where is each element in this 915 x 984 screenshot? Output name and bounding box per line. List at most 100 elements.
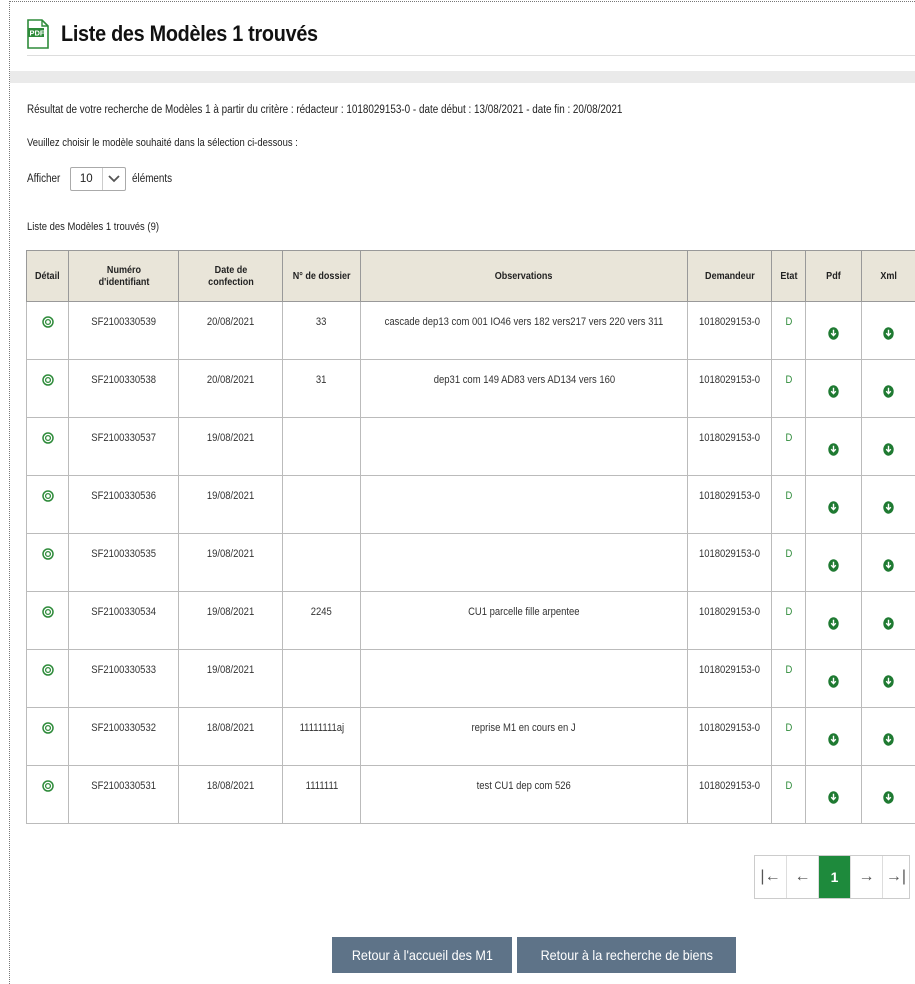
- download-xml-icon[interactable]: [883, 501, 894, 517]
- page-1-button[interactable]: 1: [819, 856, 851, 898]
- download-pdf-icon[interactable]: [828, 675, 839, 691]
- id-cell: SF2100330532: [68, 707, 179, 766]
- demandeur-cell: 1018029153-0: [687, 765, 772, 824]
- models-table: Détail Numéro d'identifiant Date de conf…: [26, 250, 915, 824]
- table-row: SF2100330538 20/08/2021 31 dep31 com 149 AD…: [26, 359, 915, 418]
- page-size-value: 10: [79, 173, 93, 185]
- detail-cell: [26, 765, 69, 824]
- view-detail-icon[interactable]: [41, 490, 54, 502]
- detail-cell: [26, 359, 69, 418]
- xml-cell: [861, 765, 915, 824]
- back-to-goods-search-button[interactable]: Retour à la recherche de biens: [517, 937, 736, 973]
- observations-cell: CU1 parcelle fille arpentee: [360, 591, 688, 650]
- observations-cell: test CU1 dep com 526: [360, 765, 688, 824]
- xml-cell: [861, 301, 915, 360]
- demandeur-cell: 1018029153-0: [687, 359, 772, 418]
- observations-cell: [360, 417, 688, 476]
- demandeur-cell: 1018029153-0: [687, 649, 772, 708]
- download-pdf-icon[interactable]: [828, 443, 839, 459]
- detail-cell: [26, 591, 69, 650]
- pdf-cell: [805, 475, 862, 534]
- demandeur-cell: 1018029153-0: [687, 417, 772, 476]
- xml-cell: [861, 707, 915, 766]
- pdf-cell: [805, 591, 862, 650]
- xml-cell: [861, 649, 915, 708]
- detail-cell: [26, 533, 69, 592]
- pdf-cell: [805, 301, 862, 360]
- date-cell: 19/08/2021: [178, 591, 283, 650]
- next-page-button[interactable]: →: [851, 856, 883, 898]
- view-detail-icon[interactable]: [41, 664, 54, 676]
- etat-cell: D: [771, 475, 806, 534]
- view-detail-icon[interactable]: [41, 780, 54, 792]
- download-pdf-icon[interactable]: [828, 617, 839, 633]
- dossier-cell: 2245: [282, 591, 361, 650]
- download-xml-icon[interactable]: [883, 327, 894, 343]
- col-header-etat[interactable]: Etat: [771, 250, 806, 302]
- etat-cell: D: [771, 417, 806, 476]
- svg-text:PDF: PDF: [30, 29, 45, 38]
- dossier-cell: 31: [282, 359, 361, 418]
- download-pdf-icon[interactable]: [828, 733, 839, 749]
- page-size-prefix: Afficher: [27, 173, 61, 185]
- back-to-m1-home-label: Retour à l'accueil des M1: [351, 947, 493, 963]
- xml-cell: [861, 533, 915, 592]
- etat-cell: D: [771, 707, 806, 766]
- download-xml-icon[interactable]: [883, 443, 894, 459]
- download-xml-icon[interactable]: [883, 385, 894, 401]
- page-size-select[interactable]: 10: [69, 167, 126, 191]
- col-header-observations[interactable]: Observations: [360, 250, 688, 302]
- observations-cell: [360, 533, 688, 592]
- id-cell: SF2100330536: [68, 475, 179, 534]
- last-page-button[interactable]: →|: [883, 856, 909, 898]
- xml-cell: [861, 417, 915, 476]
- first-page-button[interactable]: |←: [755, 856, 787, 898]
- download-xml-icon[interactable]: [883, 617, 894, 633]
- download-xml-icon[interactable]: [883, 733, 894, 749]
- demandeur-cell: 1018029153-0: [687, 301, 772, 360]
- dossier-cell: [282, 417, 361, 476]
- date-cell: 18/08/2021: [178, 765, 283, 824]
- download-xml-icon[interactable]: [883, 559, 894, 575]
- col-header-date[interactable]: Date de confection: [178, 250, 283, 302]
- demandeur-cell: 1018029153-0: [687, 591, 772, 650]
- download-pdf-icon[interactable]: [828, 327, 839, 343]
- date-cell: 19/08/2021: [178, 649, 283, 708]
- view-detail-icon[interactable]: [41, 432, 54, 444]
- col-header-demandeur[interactable]: Demandeur: [687, 250, 772, 302]
- download-pdf-icon[interactable]: [828, 501, 839, 517]
- view-detail-icon[interactable]: [41, 374, 54, 386]
- demandeur-cell: 1018029153-0: [687, 475, 772, 534]
- dossier-cell: [282, 533, 361, 592]
- view-detail-icon[interactable]: [41, 548, 54, 560]
- dossier-cell: [282, 649, 361, 708]
- table-row: SF2100330534 19/08/2021 2245 CU1 parcelle f…: [26, 591, 915, 650]
- download-xml-icon[interactable]: [883, 791, 894, 807]
- col-header-id[interactable]: Numéro d'identifiant: [68, 250, 179, 302]
- view-detail-icon[interactable]: [41, 316, 54, 328]
- prev-page-button[interactable]: ←: [787, 856, 819, 898]
- download-pdf-icon[interactable]: [828, 559, 839, 575]
- col-header-pdf: Pdf: [805, 250, 862, 302]
- download-pdf-icon[interactable]: [828, 385, 839, 401]
- etat-cell: D: [771, 591, 806, 650]
- detail-cell: [26, 301, 69, 360]
- demandeur-cell: 1018029153-0: [687, 533, 772, 592]
- id-cell: SF2100330535: [68, 533, 179, 592]
- download-xml-icon[interactable]: [883, 675, 894, 691]
- page-title: Liste des Modèles 1 trouvés: [61, 21, 318, 46]
- list-caption: Liste des Modèles 1 trouvés (9): [27, 221, 159, 233]
- page-size-suffix: éléments: [131, 173, 172, 185]
- view-detail-icon[interactable]: [41, 606, 54, 618]
- back-to-m1-home-button[interactable]: Retour à l'accueil des M1: [332, 937, 512, 973]
- table-row: SF2100330535 19/08/2021 1018029153-0 D: [26, 533, 915, 592]
- chevron-down-icon[interactable]: [101, 168, 125, 190]
- dossier-cell: 1111111: [282, 765, 361, 824]
- table-header-row: Détail Numéro d'identifiant Date de conf…: [26, 250, 915, 302]
- dossier-cell: [282, 475, 361, 534]
- col-header-dossier[interactable]: N° de dossier: [282, 250, 361, 302]
- pdf-cell: [805, 359, 862, 418]
- instruction-text: Veuillez choisir le modèle souhaité dans…: [27, 137, 298, 149]
- download-pdf-icon[interactable]: [828, 791, 839, 807]
- view-detail-icon[interactable]: [41, 722, 54, 734]
